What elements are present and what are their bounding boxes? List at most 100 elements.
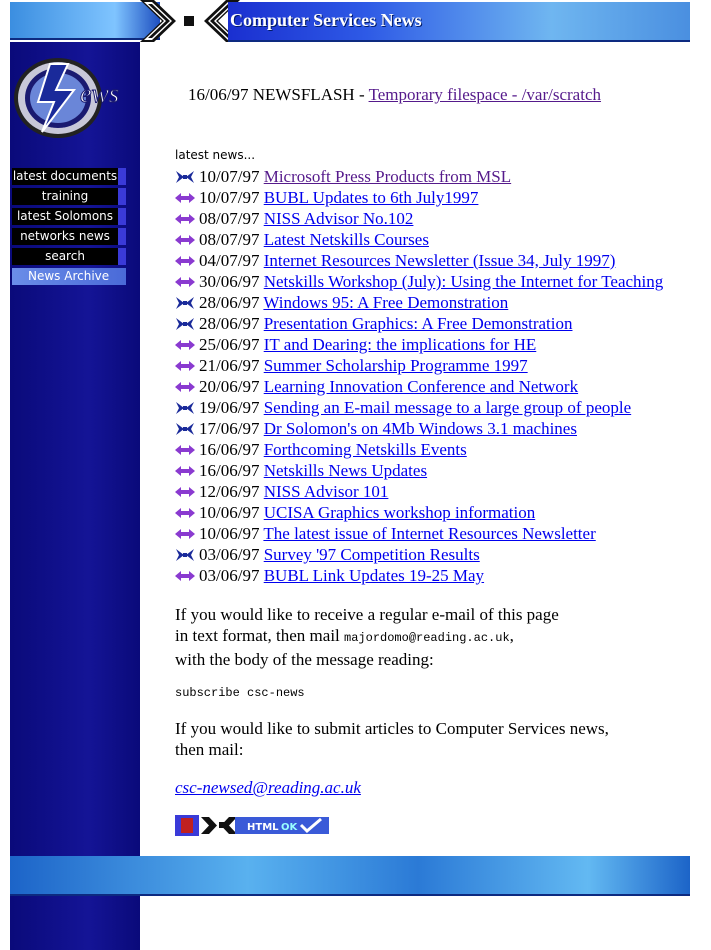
news-date: 10/06/97 xyxy=(199,503,260,522)
page-title: Computer Services News xyxy=(230,10,422,30)
newsflash-prefix: 16/06/97 NEWSFLASH - xyxy=(188,85,369,104)
newsed-email-link[interactable]: csc-newsed@reading.ac.uk xyxy=(175,778,361,797)
news-item: 28/06/97 Windows 95: A Free Demonstratio… xyxy=(175,292,711,313)
news-link[interactable]: Dr Solomon's on 4Mb Windows 3.1 machines xyxy=(264,419,577,438)
subscribe-line-1: If you would like to receive a regular e… xyxy=(175,605,559,624)
submit-line-2: then mail: xyxy=(175,740,244,759)
news-date: 17/06/97 xyxy=(199,419,260,438)
news-date: 10/07/97 xyxy=(199,188,260,207)
html-ok-badge-icon[interactable]: HTML OK xyxy=(175,815,329,836)
news-link[interactable]: Summer Scholarship Programme 1997 xyxy=(264,356,528,375)
news-link[interactable]: Presentation Graphics: A Free Demonstrat… xyxy=(264,314,573,333)
double-arrow-icon xyxy=(175,188,195,207)
news-date: 16/06/97 xyxy=(199,440,260,459)
logo-text: ews xyxy=(80,79,119,108)
sidebar-item-latest-solomons[interactable]: latest Solomons xyxy=(12,208,126,225)
news-date: 12/06/97 xyxy=(199,482,260,501)
bowtie-icon xyxy=(175,314,195,333)
news-item: 16/06/97 Forthcoming Netskills Events xyxy=(175,439,711,460)
news-date: 19/06/97 xyxy=(199,398,260,417)
news-item: 17/06/97 Dr Solomon's on 4Mb Windows 3.1… xyxy=(175,418,711,439)
news-link[interactable]: The latest issue of Internet Resources N… xyxy=(263,524,595,543)
bowtie-icon xyxy=(175,167,195,186)
news-link[interactable]: Forthcoming Netskills Events xyxy=(264,440,467,459)
double-arrow-icon xyxy=(175,482,195,501)
sidebar-item-networks-news[interactable]: networks news xyxy=(12,228,126,245)
subscribe-command: subscribe csc-news xyxy=(175,686,305,700)
submit-email: csc-newsed@reading.ac.uk xyxy=(175,777,361,798)
badge-html-text: HTML xyxy=(247,822,279,833)
news-date: 20/06/97 xyxy=(199,377,260,396)
submit-instructions: If you would like to submit articles to … xyxy=(175,718,609,760)
news-link[interactable]: UCISA Graphics workshop information xyxy=(264,503,536,522)
newsflash: 16/06/97 NEWSFLASH - Temporary filespace… xyxy=(188,85,601,105)
bowtie-icon xyxy=(175,419,195,438)
news-link[interactable]: BUBL Updates to 6th July1997 xyxy=(264,188,479,207)
news-date: 25/06/97 xyxy=(199,335,260,354)
sidebar-item-latest-documents[interactable]: latest documents xyxy=(12,168,126,185)
news-logo-icon: ews xyxy=(14,58,120,138)
news-item: 30/06/97 Netskills Workshop (July): Usin… xyxy=(175,271,711,292)
subscribe-instructions: If you would like to receive a regular e… xyxy=(175,604,559,670)
news-link[interactable]: Sending an E-mail message to a large gro… xyxy=(264,398,631,417)
news-item: 25/06/97 IT and Dearing: the implication… xyxy=(175,334,711,355)
banner-decor-left xyxy=(10,2,160,40)
news-item: 10/07/97 Microsoft Press Products from M… xyxy=(175,166,711,187)
news-item: 10/06/97 UCISA Graphics workshop informa… xyxy=(175,502,711,523)
news-date: 30/06/97 xyxy=(199,272,260,291)
double-arrow-icon xyxy=(175,251,195,270)
news-link[interactable]: NISS Advisor 101 xyxy=(264,482,389,501)
news-date: 04/07/97 xyxy=(199,251,260,270)
news-date: 03/06/97 xyxy=(199,545,260,564)
news-link[interactable]: NISS Advisor No.102 xyxy=(264,209,414,228)
banner-arrows-icon xyxy=(140,0,240,42)
news-item: 03/06/97 BUBL Link Updates 19-25 May xyxy=(175,565,711,586)
bowtie-icon xyxy=(175,293,195,312)
double-arrow-icon xyxy=(175,377,195,396)
double-arrow-icon xyxy=(175,335,195,354)
latest-news-heading: latest news... xyxy=(175,148,256,162)
news-date: 28/06/97 xyxy=(199,314,260,333)
news-link[interactable]: Windows 95: A Free Demonstration xyxy=(263,293,508,312)
news-link[interactable]: Latest Netskills Courses xyxy=(264,230,429,249)
double-arrow-icon xyxy=(175,461,195,480)
news-item: 03/06/97 Survey '97 Competition Results xyxy=(175,544,711,565)
news-date: 28/06/97 xyxy=(199,293,260,312)
news-list: 10/07/97 Microsoft Press Products from M… xyxy=(175,166,711,586)
news-link[interactable]: Survey '97 Competition Results xyxy=(264,545,480,564)
news-date: 10/07/97 xyxy=(199,167,260,186)
submit-line-1: If you would like to submit articles to … xyxy=(175,719,609,738)
double-arrow-icon xyxy=(175,209,195,228)
bowtie-icon xyxy=(175,545,195,564)
sidebar-item-training[interactable]: training xyxy=(12,188,126,205)
newsflash-link[interactable]: Temporary filespace - /var/scratch xyxy=(369,85,601,104)
news-item: 21/06/97 Summer Scholarship Programme 19… xyxy=(175,355,711,376)
news-link[interactable]: Learning Innovation Conference and Netwo… xyxy=(264,377,578,396)
footer-banner xyxy=(10,856,690,896)
news-link[interactable]: Internet Resources Newsletter (Issue 34,… xyxy=(264,251,616,270)
news-date: 08/07/97 xyxy=(199,209,260,228)
news-item: 20/06/97 Learning Innovation Conference … xyxy=(175,376,711,397)
news-link[interactable]: Microsoft Press Products from MSL xyxy=(264,167,511,186)
news-item: 19/06/97 Sending an E-mail message to a … xyxy=(175,397,711,418)
double-arrow-icon xyxy=(175,566,195,585)
news-date: 10/06/97 xyxy=(199,524,260,543)
news-item: 10/06/97 The latest issue of Internet Re… xyxy=(175,523,711,544)
news-link[interactable]: Netskills Workshop (July): Using the Int… xyxy=(264,272,664,291)
news-link[interactable]: IT and Dearing: the implications for HE xyxy=(264,335,537,354)
news-date: 03/06/97 xyxy=(199,566,260,585)
majordomo-email: majordomo@reading.ac.uk xyxy=(344,631,510,645)
news-item: 08/07/97 NISS Advisor No.102 xyxy=(175,208,711,229)
news-item: 16/06/97 Netskills News Updates xyxy=(175,460,711,481)
double-arrow-icon xyxy=(175,272,195,291)
sidebar-item-news-archive[interactable]: News Archive xyxy=(12,268,126,285)
news-link[interactable]: BUBL Link Updates 19-25 May xyxy=(264,566,484,585)
news-item: 28/06/97 Presentation Graphics: A Free D… xyxy=(175,313,711,334)
news-item: 04/07/97 Internet Resources Newsletter (… xyxy=(175,250,711,271)
double-arrow-icon xyxy=(175,524,195,543)
bowtie-icon xyxy=(175,398,195,417)
sidebar-item-search[interactable]: search xyxy=(12,248,126,265)
news-link[interactable]: Netskills News Updates xyxy=(264,461,427,480)
subscribe-line-3: with the body of the message reading: xyxy=(175,650,434,669)
double-arrow-icon xyxy=(175,503,195,522)
